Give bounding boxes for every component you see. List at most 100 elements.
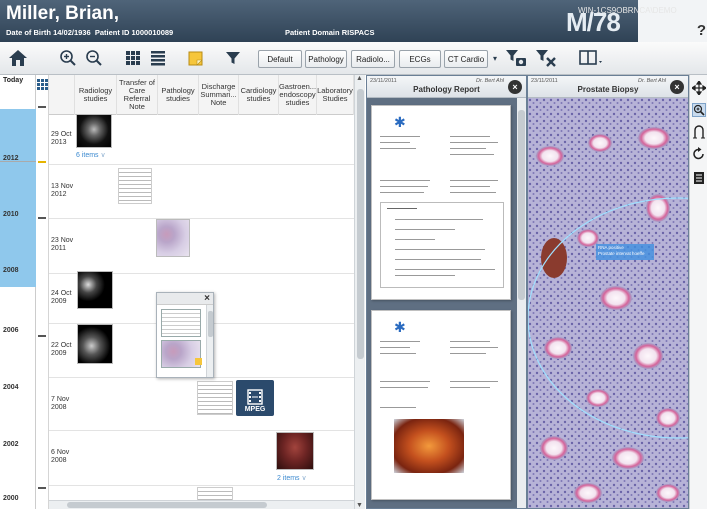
filter-ct-cardio-button[interactable]: CT Cardio [444, 50, 488, 68]
date-column-header [49, 75, 75, 115]
column-header-gastro-endoscopy[interactable]: Gastroen... endoscopy studies [279, 75, 317, 115]
popup-scrollbar[interactable] [206, 305, 213, 377]
table-row[interactable]: 13 Nov 2012 [49, 165, 354, 219]
filter-dropdown-icon[interactable]: ▾ [490, 46, 500, 70]
prostate-biopsy-viewer[interactable]: 23/11/2011 Dr. Bert Ahl Prostate Biopsy … [527, 75, 689, 509]
report-page: ✱ [371, 310, 511, 500]
filter-camera-icon[interactable] [503, 46, 529, 70]
column-header-laboratory[interactable]: Laboratory Studies [317, 75, 354, 115]
close-icon[interactable]: × [670, 80, 684, 94]
timeline-horizontal-scrollbar[interactable] [49, 500, 354, 509]
pathology-report-viewer[interactable]: 23/11/2011 Dr. Bert Ahl Pathology Report… [366, 75, 527, 509]
layout-icon[interactable] [577, 46, 607, 70]
radiology-items-link[interactable]: 6 items ∨ [76, 151, 106, 159]
timeline-tick [38, 335, 46, 337]
home-icon[interactable] [6, 46, 30, 70]
year-label: 2002 [3, 441, 19, 448]
viewer-title: Pathology Report [413, 85, 480, 94]
close-icon[interactable]: × [508, 80, 522, 94]
filter-default-button[interactable]: Default [258, 50, 302, 68]
today-label: Today [3, 77, 24, 84]
expanded-items-popup[interactable]: × [156, 292, 214, 378]
rotate-icon[interactable] [692, 147, 706, 161]
row-date: 7 Nov 2008 [51, 396, 70, 412]
column-header-pathology[interactable]: Pathology studies [158, 75, 199, 115]
viewer-doctor: Dr. Bert Ahl [475, 78, 504, 84]
patient-domain: Patient Domain RISPACS [285, 28, 374, 37]
filter-pathology-button[interactable]: Pathology [305, 50, 347, 68]
filter-ecgs-button[interactable]: ECGs [399, 50, 441, 68]
window-level-icon[interactable] [692, 125, 706, 139]
referral-note-thumbnail[interactable] [118, 168, 152, 204]
help-button[interactable]: ? [697, 22, 706, 39]
pid-value: 1000010089 [131, 28, 174, 37]
viewer-scrollbar[interactable] [517, 98, 526, 508]
mpeg-label: MPEG [244, 406, 266, 413]
column-header-discharge-summary[interactable]: Discharge Summari... Note [199, 75, 239, 115]
pid-label: Patient ID [94, 28, 130, 37]
year-axis[interactable]: Today 2012 2010 2008 2006 2004 2002 2000 [0, 75, 36, 509]
column-header-transfer-of-care[interactable]: Transfer of Care Referral Note [117, 75, 158, 115]
row-date: 13 Nov 2012 [51, 183, 74, 199]
pan-icon[interactable] [692, 81, 706, 95]
zoom-tool-icon[interactable] [692, 103, 706, 117]
row-date: 29 Oct 2013 [51, 131, 72, 147]
viewer-date: 23/11/2011 [531, 78, 558, 84]
radiology-thumbnail[interactable] [77, 271, 113, 309]
image-annotation[interactable]: RNA positive Prostate intervat hoeffe [598, 245, 644, 257]
mpeg-video-tile[interactable]: MPEG [236, 380, 274, 416]
row-date: 6 Nov 2008 [51, 449, 70, 465]
patient-name: Miller, Brian, [6, 3, 119, 24]
grid-view-icon[interactable] [123, 46, 143, 70]
year-label: 2006 [3, 327, 19, 334]
report-page: ✱ [371, 105, 511, 300]
sticky-note-icon[interactable] [186, 46, 206, 70]
radiology-thumbnail[interactable] [77, 324, 113, 364]
year-label: 2010 [3, 211, 19, 218]
radiology-thumbnail[interactable] [76, 114, 112, 148]
close-icon[interactable]: × [204, 293, 210, 304]
header-right-panel: WIN-1CS9OBRNCA\DEMO ? [578, 0, 707, 42]
workstation-name: WIN-1CS9OBRNCA\DEMO [578, 6, 677, 15]
patient-header: Miller, Brian, Date of Birth 14/02/1936 … [0, 0, 707, 42]
endoscopy-thumbnail[interactable] [276, 432, 314, 470]
logo-icon: ✱ [394, 114, 406, 130]
viewer-date: 23/11/2011 [370, 78, 397, 84]
dob-label: Date of Birth [6, 28, 51, 37]
dob-value: 14/02/1936 [53, 28, 91, 37]
note-marker-icon [195, 358, 202, 365]
year-label: 2000 [3, 495, 19, 502]
discharge-note-thumbnail[interactable] [197, 381, 233, 415]
timeline-tick [38, 161, 46, 163]
list-view-icon[interactable] [148, 46, 168, 70]
zoom-in-icon[interactable] [57, 46, 79, 70]
viewer-title: Prostate Biopsy [577, 85, 639, 94]
year-label: 2008 [3, 267, 19, 274]
pathology-thumbnail[interactable] [156, 219, 190, 257]
year-range-highlight[interactable] [0, 109, 36, 287]
filter-icon[interactable] [223, 46, 243, 70]
specimen-photo [394, 419, 464, 473]
column-header-radiology[interactable]: Radiology studies [75, 75, 117, 115]
domain-value: RISPACS [341, 28, 375, 37]
filter-radiology-button[interactable]: Radiolo... [351, 50, 395, 68]
grid-icon[interactable] [37, 79, 48, 92]
endoscopy-items-link[interactable]: 2 items ∨ [277, 474, 307, 482]
year-label: 2004 [3, 384, 19, 391]
timeline-scrollbar[interactable]: ▲ ▼ [354, 75, 365, 509]
histology-image[interactable] [528, 98, 689, 509]
zoom-out-icon[interactable] [83, 46, 105, 70]
timeline-tick [38, 217, 46, 219]
filter-clear-icon[interactable] [533, 46, 559, 70]
document-icon[interactable] [692, 171, 706, 185]
viewer-header: 23/11/2011 Dr. Bert Ahl Pathology Report… [367, 76, 526, 98]
row-date: 22 Oct 2009 [51, 342, 72, 358]
viewer-header: 23/11/2011 Dr. Bert Ahl Prostate Biopsy … [528, 76, 688, 98]
year-divider [0, 161, 36, 162]
toolbar: Default Pathology Radiolo... ECGs CT Car… [0, 42, 707, 75]
popup-document-thumbnail[interactable] [161, 309, 201, 337]
table-row[interactable]: 23 Nov 2011 [49, 219, 354, 274]
row-date: 23 Nov 2011 [51, 237, 74, 253]
column-header-cardiology[interactable]: Cardiology studies [239, 75, 279, 115]
image-tool-strip [689, 75, 707, 509]
